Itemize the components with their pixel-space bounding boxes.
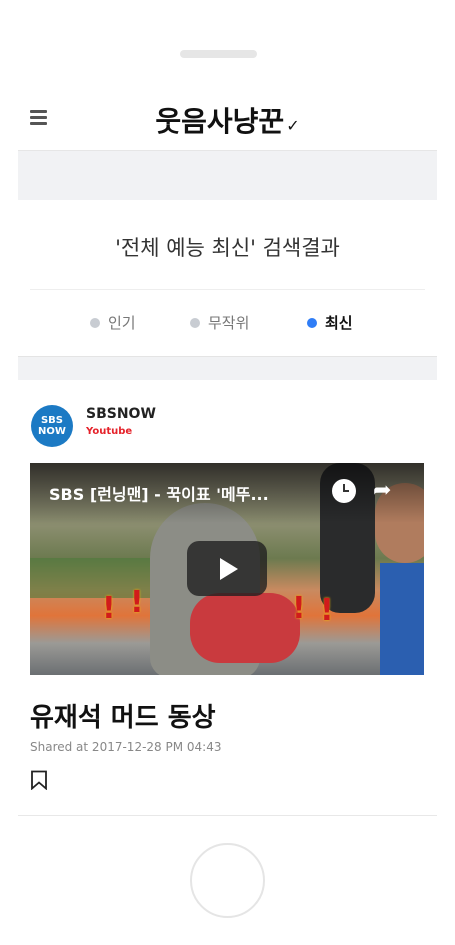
- exclamation-mark-icon: !: [320, 593, 334, 628]
- watch-later-icon[interactable]: [332, 479, 356, 503]
- exclamation-mark-icon: !: [292, 591, 306, 626]
- channel-name[interactable]: SBSNOW: [86, 406, 156, 422]
- checkmark-icon: ✓: [286, 116, 300, 135]
- post-title[interactable]: 유재석 머드 동상: [30, 697, 216, 734]
- divider: [30, 289, 425, 290]
- video-frame-shirt: [190, 593, 300, 663]
- tab-label: 인기: [108, 314, 136, 332]
- tab-random[interactable]: 무작위: [190, 312, 249, 333]
- play-icon[interactable]: [187, 541, 267, 596]
- section-separator: [18, 356, 437, 380]
- tab-label: 무작위: [208, 314, 250, 332]
- app-screen: 웃음사냥꾼 ✓ '전체 예능 최신' 검색결과 인기 무작위 최신 SBS NOW…: [18, 90, 437, 820]
- radio-dot-icon: [90, 317, 100, 328]
- exclamation-mark-icon: !: [102, 591, 116, 626]
- video-player[interactable]: ! ! ! ! SBS [런닝맨] - 꾹이표 '메뚜... ➦: [30, 463, 424, 675]
- post-shared-date: Shared at 2017-12-28 PM 04:43: [30, 740, 222, 754]
- app-logo-text: 웃음사냥꾼: [155, 105, 285, 138]
- share-arrow-icon[interactable]: ➦: [373, 479, 399, 503]
- exclamation-mark-icon: !: [130, 585, 144, 620]
- channel-avatar[interactable]: SBS NOW: [31, 405, 73, 447]
- search-banner-area: [18, 150, 437, 200]
- radio-dot-icon: [190, 317, 200, 328]
- home-button[interactable]: [190, 843, 265, 918]
- channel-source: Youtube: [86, 426, 133, 437]
- search-result-title: '전체 예능 최신' 검색결과: [115, 236, 340, 260]
- app-logo[interactable]: 웃음사냥꾼 ✓: [18, 100, 437, 140]
- tab-latest[interactable]: 최신: [307, 312, 353, 333]
- divider: [18, 815, 437, 816]
- video-title[interactable]: SBS [런닝맨] - 꾹이표 '메뚜...: [49, 481, 319, 505]
- bookmark-icon[interactable]: [30, 770, 48, 790]
- app-header: 웃음사냥꾼 ✓: [18, 90, 437, 150]
- radio-dot-icon: [307, 317, 317, 328]
- phone-speaker: [180, 50, 257, 58]
- video-frame-blue-shirt: [380, 563, 424, 675]
- tab-label: 최신: [325, 314, 353, 332]
- tab-popular[interactable]: 인기: [90, 312, 136, 333]
- sort-tabs: 인기 무작위 최신: [18, 312, 437, 336]
